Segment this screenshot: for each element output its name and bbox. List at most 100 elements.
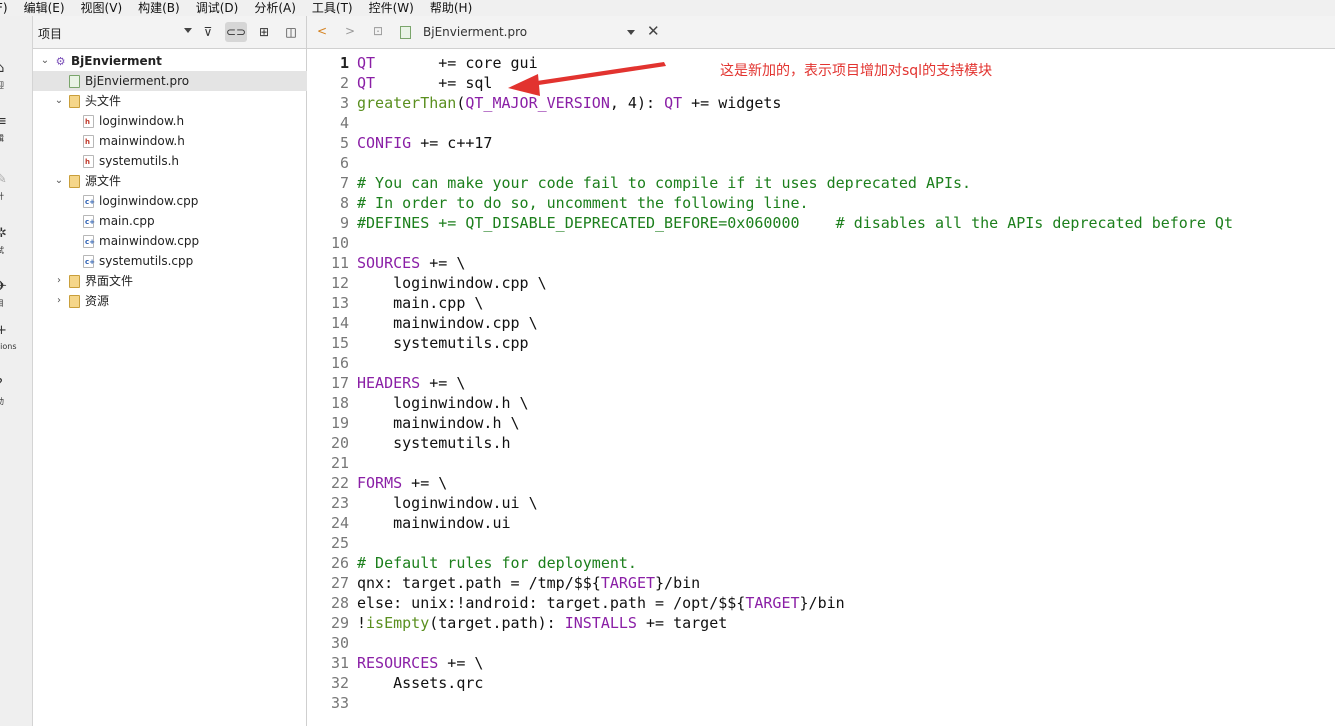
menu-item[interactable]: 工具(T): [312, 0, 353, 16]
chevron-right-icon[interactable]: ›: [53, 291, 65, 311]
code-line[interactable]: else: unix:!android: target.path = /opt/…: [357, 593, 1335, 613]
filter-icon[interactable]: ⊽: [197, 22, 219, 42]
code-editor[interactable]: QT += core gui QT += sql greaterThan(QT_MA…: [357, 53, 1335, 713]
menu-item[interactable]: 分析(A): [254, 0, 296, 16]
forward-icon[interactable]: >: [345, 24, 355, 38]
tree-item[interactable]: ⌄ 源文件: [33, 171, 307, 191]
back-icon[interactable]: <: [317, 24, 327, 38]
code-line[interactable]: loginwindow.h \: [357, 393, 1335, 413]
project-view-selector[interactable]: 项目: [38, 25, 62, 42]
code-line[interactable]: systemutils.cpp: [357, 333, 1335, 353]
tree-item[interactable]: › 资源: [33, 291, 307, 311]
chevron-down-icon[interactable]: ⌄: [53, 171, 65, 191]
close-sidebar-icon[interactable]: ◫: [280, 22, 302, 42]
code-line[interactable]: HEADERS += \: [357, 373, 1335, 393]
menu-item[interactable]: 视图(V): [81, 0, 123, 16]
line-number: 13: [330, 294, 349, 312]
mode-label: sions: [0, 342, 17, 351]
code-line[interactable]: [357, 233, 1335, 253]
tree-item[interactable]: ⌄ 头文件: [33, 91, 307, 111]
code-line[interactable]: [357, 153, 1335, 173]
code-line[interactable]: mainwindow.h \: [357, 413, 1335, 433]
chevron-down-icon[interactable]: [627, 30, 635, 35]
tree-item[interactable]: c+ main.cpp: [33, 211, 307, 231]
mode-label: 试: [0, 245, 4, 256]
split-add-icon[interactable]: ⊞: [253, 22, 275, 42]
code-token: , 4):: [609, 94, 665, 112]
menu-item[interactable]: 帮助(H): [430, 0, 472, 16]
code-token: FORMS: [357, 474, 403, 492]
menu-item[interactable]: 编辑(E): [24, 0, 65, 16]
tree-item-label: 资源: [85, 294, 110, 308]
code-token: loginwindow.cpp \: [357, 274, 547, 292]
code-line[interactable]: [357, 693, 1335, 713]
code-token: }/bin: [655, 574, 701, 592]
lock-icon[interactable]: ⊡: [373, 24, 383, 38]
code-line[interactable]: mainwindow.cpp \: [357, 313, 1335, 333]
tree-item[interactable]: › 界面文件: [33, 271, 307, 291]
code-line[interactable]: [357, 353, 1335, 373]
code-line[interactable]: # You can make your code fail to compile…: [357, 173, 1335, 193]
chevron-right-icon[interactable]: ›: [53, 271, 65, 291]
line-number: 17: [330, 374, 349, 392]
link-icon[interactable]: ⊂⊃: [225, 22, 247, 42]
mode-button[interactable]: + sions: [0, 324, 33, 360]
tree-item[interactable]: c+ mainwindow.cpp: [33, 231, 307, 251]
tree-item[interactable]: ⌄ ⚙ BjEnvierment: [33, 51, 307, 71]
code-line[interactable]: # Default rules for deployment.: [357, 553, 1335, 573]
code-line[interactable]: FORMS += \: [357, 473, 1335, 493]
code-line[interactable]: qnx: target.path = /tmp/$${TARGET}/bin: [357, 573, 1335, 593]
code-line[interactable]: [357, 533, 1335, 553]
tree-item[interactable]: BjEnvierment.pro: [33, 71, 307, 91]
code-token: += \: [420, 254, 466, 272]
code-line[interactable]: greaterThan(QT_MAJOR_VERSION, 4): QT += …: [357, 93, 1335, 113]
code-line[interactable]: # In order to do so, uncomment the follo…: [357, 193, 1335, 213]
mode-button[interactable]: ✈目: [0, 280, 33, 316]
chevron-down-icon[interactable]: [184, 28, 192, 33]
tree-item[interactable]: h loginwindow.h: [33, 111, 307, 131]
menu-item[interactable]: 调试(D): [196, 0, 239, 16]
mode-button[interactable]: ⌂迎: [0, 62, 33, 98]
code-line[interactable]: main.cpp \: [357, 293, 1335, 313]
mode-button[interactable]: ≡辑: [0, 115, 33, 151]
code-line[interactable]: systemutils.h: [357, 433, 1335, 453]
tree-item[interactable]: c+ loginwindow.cpp: [33, 191, 307, 211]
open-file-selector[interactable]: BjEnvierment.pro: [423, 25, 527, 39]
code-line[interactable]: CONFIG += c++17: [357, 133, 1335, 153]
code-line[interactable]: SOURCES += \: [357, 253, 1335, 273]
code-token: INSTALLS: [564, 614, 637, 632]
editor-toolbar: < > ⊡ BjEnvierment.pro ✕: [307, 16, 1335, 49]
menu-item[interactable]: F): [0, 0, 8, 16]
mode-button[interactable]: ✎计: [0, 173, 33, 209]
code-line[interactable]: RESOURCES += \: [357, 653, 1335, 673]
code-line[interactable]: Assets.qrc: [357, 673, 1335, 693]
code-line[interactable]: !isEmpty(target.path): INSTALLS += targe…: [357, 613, 1335, 633]
tree-item[interactable]: h mainwindow.h: [33, 131, 307, 151]
code-line[interactable]: #DEFINES += QT_DISABLE_DEPRECATED_BEFORE…: [357, 213, 1335, 233]
code-token: += sql: [438, 74, 493, 92]
tree-item[interactable]: c+ systemutils.cpp: [33, 251, 307, 271]
tree-item[interactable]: h systemutils.h: [33, 151, 307, 171]
cpp-file-icon: c+: [83, 215, 95, 228]
code-token: mainwindow.h \: [357, 414, 520, 432]
code-line[interactable]: loginwindow.cpp \: [357, 273, 1335, 293]
code-token: TARGET: [745, 594, 800, 612]
code-line[interactable]: mainwindow.ui: [357, 513, 1335, 533]
mode-icon: ✎: [0, 172, 7, 187]
code-line[interactable]: [357, 113, 1335, 133]
mode-button[interactable]: ?助: [0, 378, 33, 414]
close-icon[interactable]: ✕: [647, 22, 660, 40]
code-token: += \: [402, 474, 448, 492]
menu-item[interactable]: 控件(W): [369, 0, 414, 16]
code-line[interactable]: loginwindow.ui \: [357, 493, 1335, 513]
code-line[interactable]: [357, 453, 1335, 473]
code-line[interactable]: [357, 633, 1335, 653]
project-icon: ⚙: [55, 55, 66, 68]
menu-item[interactable]: 构建(B): [138, 0, 180, 16]
chevron-down-icon[interactable]: ⌄: [53, 91, 65, 111]
line-number: 26: [330, 554, 349, 572]
mode-button[interactable]: ✲试: [0, 227, 33, 263]
line-number: 31: [330, 654, 349, 672]
chevron-down-icon[interactable]: ⌄: [39, 51, 51, 71]
code-token: # In order to do so, uncomment the follo…: [357, 194, 809, 212]
